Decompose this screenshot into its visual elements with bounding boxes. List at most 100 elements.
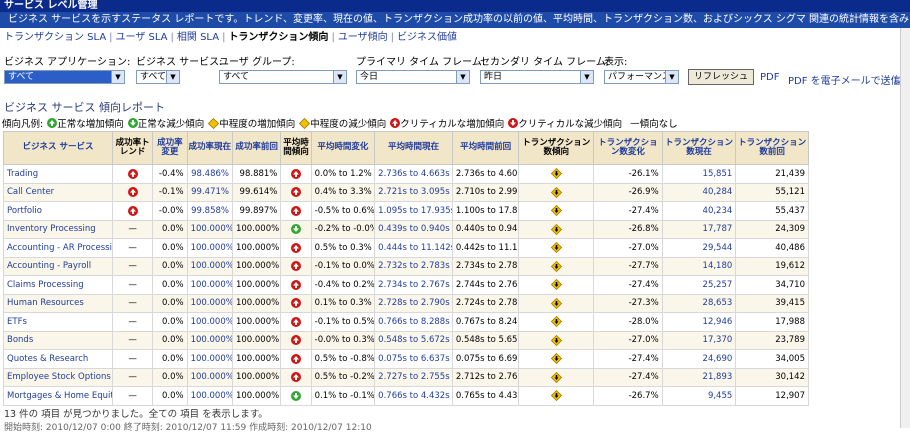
- time-current-cell[interactable]: 0.766s to 4.432s: [374, 386, 453, 406]
- time-current-cell[interactable]: 0.766s to 8.288s: [374, 312, 453, 332]
- column-header[interactable]: トランザクション数前回: [735, 131, 809, 165]
- count-current-cell[interactable]: 14,180: [661, 256, 737, 276]
- column-header[interactable]: 平均時間変化: [310, 131, 376, 165]
- column-header[interactable]: 成功率トレンド: [111, 131, 154, 165]
- column-header[interactable]: トランザクション数変化: [593, 131, 663, 165]
- count-current-cell[interactable]: 28,653: [661, 293, 737, 313]
- success-current-cell[interactable]: 100.000%: [186, 219, 233, 239]
- time-current-cell[interactable]: 0.439s to 0.940s: [374, 219, 453, 239]
- time-previous-cell: 0.548s to 5.656s: [451, 330, 520, 350]
- primary-select[interactable]: 今日 ▼: [356, 70, 470, 84]
- count-current-cell[interactable]: 29,544: [661, 238, 737, 258]
- time-current-cell[interactable]: 2.734s to 2.767s: [374, 275, 453, 295]
- time-current-cell[interactable]: 2.721s to 3.095s: [374, 182, 453, 202]
- success-current-cell[interactable]: 100.000%: [186, 367, 233, 387]
- service-name-link[interactable]: Employee Stock Options: [3, 367, 113, 387]
- count-previous-cell: 39,415: [735, 293, 809, 313]
- time-current-cell[interactable]: 0.075s to 6.637s: [374, 349, 453, 369]
- success-previous-cell: 100.000%: [231, 219, 282, 239]
- success-current-cell[interactable]: 100.000%: [186, 386, 233, 406]
- success-current-cell[interactable]: 100.000%: [186, 293, 233, 313]
- count-current-cell[interactable]: 9,455: [661, 386, 737, 406]
- time-current-cell[interactable]: 2.732s to 2.783s: [374, 256, 453, 276]
- column-header[interactable]: 成功率現在: [186, 131, 233, 165]
- service-name-link[interactable]: Inventory Processing: [3, 219, 113, 239]
- count-current-cell[interactable]: 40,234: [661, 201, 737, 221]
- tab-2[interactable]: 相関 SLA: [177, 32, 219, 43]
- tab-0[interactable]: トランザクション SLA: [4, 32, 106, 43]
- moderate-decrease-icon: [550, 353, 562, 365]
- time-change-cell: -0.1% to 0.0%: [310, 256, 376, 276]
- service-name-link[interactable]: ETFs: [3, 312, 113, 332]
- column-header[interactable]: ビジネス サービス: [3, 131, 113, 165]
- service-name-link[interactable]: Call Center: [3, 182, 113, 202]
- tab-1[interactable]: ユーザ SLA: [116, 32, 168, 43]
- time-previous-cell: 0.767s to 8.247s: [451, 312, 520, 332]
- time-current-cell[interactable]: 0.548s to 5.672s: [374, 330, 453, 350]
- success-current-cell[interactable]: 100.000%: [186, 330, 233, 350]
- service-name-link[interactable]: Quotes & Research: [3, 349, 113, 369]
- success-trend-cell: [111, 201, 154, 221]
- count-current-cell[interactable]: 17,370: [661, 330, 737, 350]
- pdf-link[interactable]: PDF: [760, 72, 779, 83]
- success-current-cell[interactable]: 100.000%: [186, 256, 233, 276]
- secondary-select[interactable]: 昨日 ▼: [480, 70, 594, 84]
- group-select[interactable]: すべて ▼: [219, 70, 347, 84]
- time-trend-cell: [280, 219, 312, 239]
- success-current-cell[interactable]: 100.000%: [186, 238, 233, 258]
- column-header[interactable]: 平均時間傾向: [280, 131, 312, 165]
- tab-3[interactable]: トランザクション傾向: [228, 32, 328, 43]
- email-pdf-link[interactable]: PDF を電子メールで送信: [788, 72, 901, 87]
- column-header[interactable]: トランザクション数傾向: [518, 131, 595, 165]
- success-current-cell[interactable]: 100.000%: [186, 349, 233, 369]
- count-current-cell[interactable]: 24,690: [661, 349, 737, 369]
- service-name-link[interactable]: Human Resources: [3, 293, 113, 313]
- table-row: Quotes & Research —0.0% 100.000% 100.000% 0.…: [3, 349, 809, 369]
- legend-item-label: クリティカルな減少傾向: [518, 119, 623, 130]
- success-current-cell[interactable]: 100.000%: [186, 312, 233, 332]
- service-select[interactable]: すべて ▼: [136, 70, 180, 84]
- service-name-link[interactable]: Bonds: [3, 330, 113, 350]
- time-current-cell[interactable]: 2.728s to 2.790s: [374, 293, 453, 313]
- success-current-cell[interactable]: 99.858%: [186, 201, 233, 221]
- count-current-cell[interactable]: 40,284: [661, 182, 737, 202]
- column-header[interactable]: 平均時間現在: [374, 131, 453, 165]
- count-current-cell[interactable]: 12,946: [661, 312, 737, 332]
- time-current-cell[interactable]: 0.444s to 11.142s: [374, 238, 453, 258]
- time-change-cell: 0.1% to 0.3%: [310, 293, 376, 313]
- tab-4[interactable]: ユーザ傾向: [338, 32, 388, 43]
- refresh-button[interactable]: リフレッシュ: [688, 69, 755, 85]
- success-current-cell[interactable]: 98.486%: [186, 164, 233, 184]
- success-current-cell[interactable]: 100.000%: [186, 275, 233, 295]
- time-current-cell[interactable]: 1.095s to 17.935s: [374, 201, 453, 221]
- time-current-cell[interactable]: 2.727s to 2.755s: [374, 367, 453, 387]
- yellow-down-icon: [299, 117, 311, 129]
- service-name-link[interactable]: Accounting - Payroll: [3, 256, 113, 276]
- critical-increase-icon: [291, 242, 301, 253]
- success-previous-cell: 100.000%: [231, 330, 282, 350]
- service-name-link[interactable]: Mortgages & Home Equity: [3, 386, 113, 406]
- tab-5[interactable]: ビジネス価値: [397, 32, 457, 43]
- column-header[interactable]: 成功率変更: [152, 131, 188, 165]
- count-current-cell[interactable]: 17,787: [661, 219, 737, 239]
- service-name-link[interactable]: Claims Processing: [3, 275, 113, 295]
- service-name-link[interactable]: Portfolio: [3, 201, 113, 221]
- time-previous-cell: 2.710s to 2.995s: [451, 182, 520, 202]
- success-current-cell[interactable]: 99.471%: [186, 182, 233, 202]
- count-current-cell[interactable]: 25,257: [661, 275, 737, 295]
- legend-item-label: 中程度の増加傾向: [219, 119, 296, 130]
- column-header[interactable]: 平均時間前回: [451, 131, 520, 165]
- count-trend-cell: [518, 201, 595, 221]
- count-current-cell[interactable]: 21,893: [661, 367, 737, 387]
- display-select[interactable]: パフォーマンス ▼: [604, 70, 679, 84]
- primary-label: プライマリ タイム フレーム:: [356, 57, 486, 68]
- app-select[interactable]: すべて ▼: [4, 70, 125, 84]
- service-name-link[interactable]: Accounting - AR Processing: [3, 238, 113, 258]
- success-previous-cell: 100.000%: [231, 275, 282, 295]
- column-header[interactable]: トランザクション数現在: [661, 131, 737, 165]
- scrollbar[interactable]: [900, 28, 910, 428]
- time-current-cell[interactable]: 2.736s to 4.663s: [374, 164, 453, 184]
- count-current-cell[interactable]: 15,851: [661, 164, 737, 184]
- service-name-link[interactable]: Trading: [3, 164, 113, 184]
- column-header[interactable]: 成功率前回: [231, 131, 282, 165]
